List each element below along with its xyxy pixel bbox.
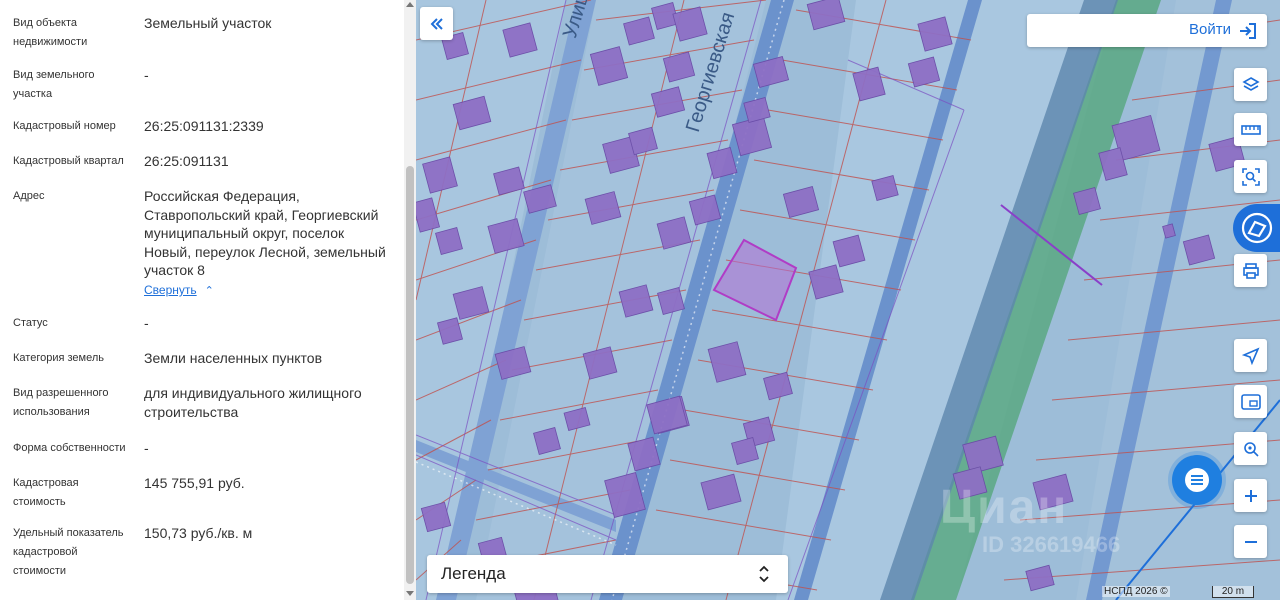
ruler-icon — [1240, 124, 1261, 135]
scrollbar-thumb[interactable] — [406, 166, 414, 584]
info-value: Земли населенных пунктов — [144, 350, 323, 366]
login-icon — [1240, 23, 1256, 39]
watermark-id: ID 326619466 — [982, 532, 1121, 557]
map-scale: 20 m — [1212, 586, 1254, 598]
info-value: Российская Федерация, Ставропольский кра… — [144, 188, 386, 278]
info-value: Земельный участок — [144, 15, 272, 31]
info-label: Кадастровый квартал — [13, 155, 124, 167]
zoom-in-icon — [1244, 489, 1257, 502]
collapse-label: Свернуть — [144, 283, 197, 297]
info-value: 26:25:091131 — [144, 153, 229, 169]
map-attribution[interactable]: НСПД 2026 © — [1102, 586, 1170, 597]
chat-icon — [1185, 468, 1209, 492]
info-value: 150,73 руб./кв. м — [144, 525, 253, 541]
info-label: Вид земельного участка — [13, 69, 95, 100]
scroll-up-arrow-icon[interactable] — [406, 2, 414, 7]
area-select-button[interactable] — [1234, 160, 1267, 193]
zoom-in-button[interactable] — [1234, 479, 1267, 512]
scroll-down-arrow-icon[interactable] — [406, 591, 414, 596]
legend-dropdown[interactable]: Легенда — [427, 555, 788, 593]
locate-icon — [1241, 346, 1260, 365]
info-label: Вид разрешенного использования — [13, 387, 109, 418]
info-label: Адрес — [13, 190, 45, 202]
info-value: 145 755,91 руб. — [144, 475, 245, 491]
info-label: Вид объекта недвижимости — [13, 17, 88, 48]
print-icon — [1242, 262, 1259, 279]
info-value: - — [144, 67, 149, 83]
area-select-icon — [1241, 167, 1260, 186]
panel-scrollbar[interactable] — [404, 0, 416, 600]
geo-search-button[interactable] — [1234, 432, 1267, 465]
info-label: Удельный показатель кадастровой стоимост… — [13, 527, 124, 577]
minimap-button[interactable] — [1234, 385, 1267, 418]
collapse-panel-button[interactable] — [420, 7, 453, 40]
watermark-logo: Циан — [940, 481, 1069, 534]
expand-collapse-icon — [759, 565, 769, 583]
double-chevron-left-icon — [430, 17, 443, 30]
info-label: Категория земель — [13, 352, 104, 364]
egrn-logo-icon — [1241, 212, 1272, 244]
login-button[interactable]: Войти — [1027, 14, 1267, 47]
cadastral-map[interactable]: Улица Георгиевская — [416, 0, 1280, 600]
chevron-up-icon: ⌃ — [204, 285, 214, 297]
chat-button[interactable] — [1172, 455, 1222, 505]
info-label: Кадастровый номер — [13, 120, 116, 132]
login-label: Войти — [1189, 21, 1231, 38]
geo-search-icon — [1243, 441, 1259, 457]
info-value: - — [144, 315, 149, 331]
info-value: 26:25:091131:2339 — [144, 118, 264, 134]
info-label: Форма собственности — [13, 442, 126, 454]
egrn-service-button[interactable] — [1233, 204, 1280, 252]
legend-label: Легенда — [441, 564, 506, 583]
zoom-out-icon — [1244, 540, 1257, 543]
locate-button[interactable] — [1234, 339, 1267, 372]
layers-icon — [1241, 76, 1260, 91]
zoom-out-button[interactable] — [1234, 525, 1267, 558]
info-label: Кадастровая стоимость — [13, 477, 79, 508]
measure-button[interactable] — [1234, 113, 1267, 146]
info-value: - — [144, 440, 149, 456]
info-value: для индивидуального жилищного строительс… — [144, 385, 362, 420]
info-label: Статус — [13, 317, 48, 329]
map-canvas[interactable] — [416, 0, 1280, 600]
minimap-icon — [1240, 393, 1261, 410]
layers-button[interactable] — [1234, 68, 1267, 101]
print-button[interactable] — [1234, 254, 1267, 287]
object-info-panel: Вид объекта недвижимости Земельный участ… — [0, 0, 403, 600]
collapse-address-link[interactable]: Свернуть ⌃ — [144, 283, 214, 297]
